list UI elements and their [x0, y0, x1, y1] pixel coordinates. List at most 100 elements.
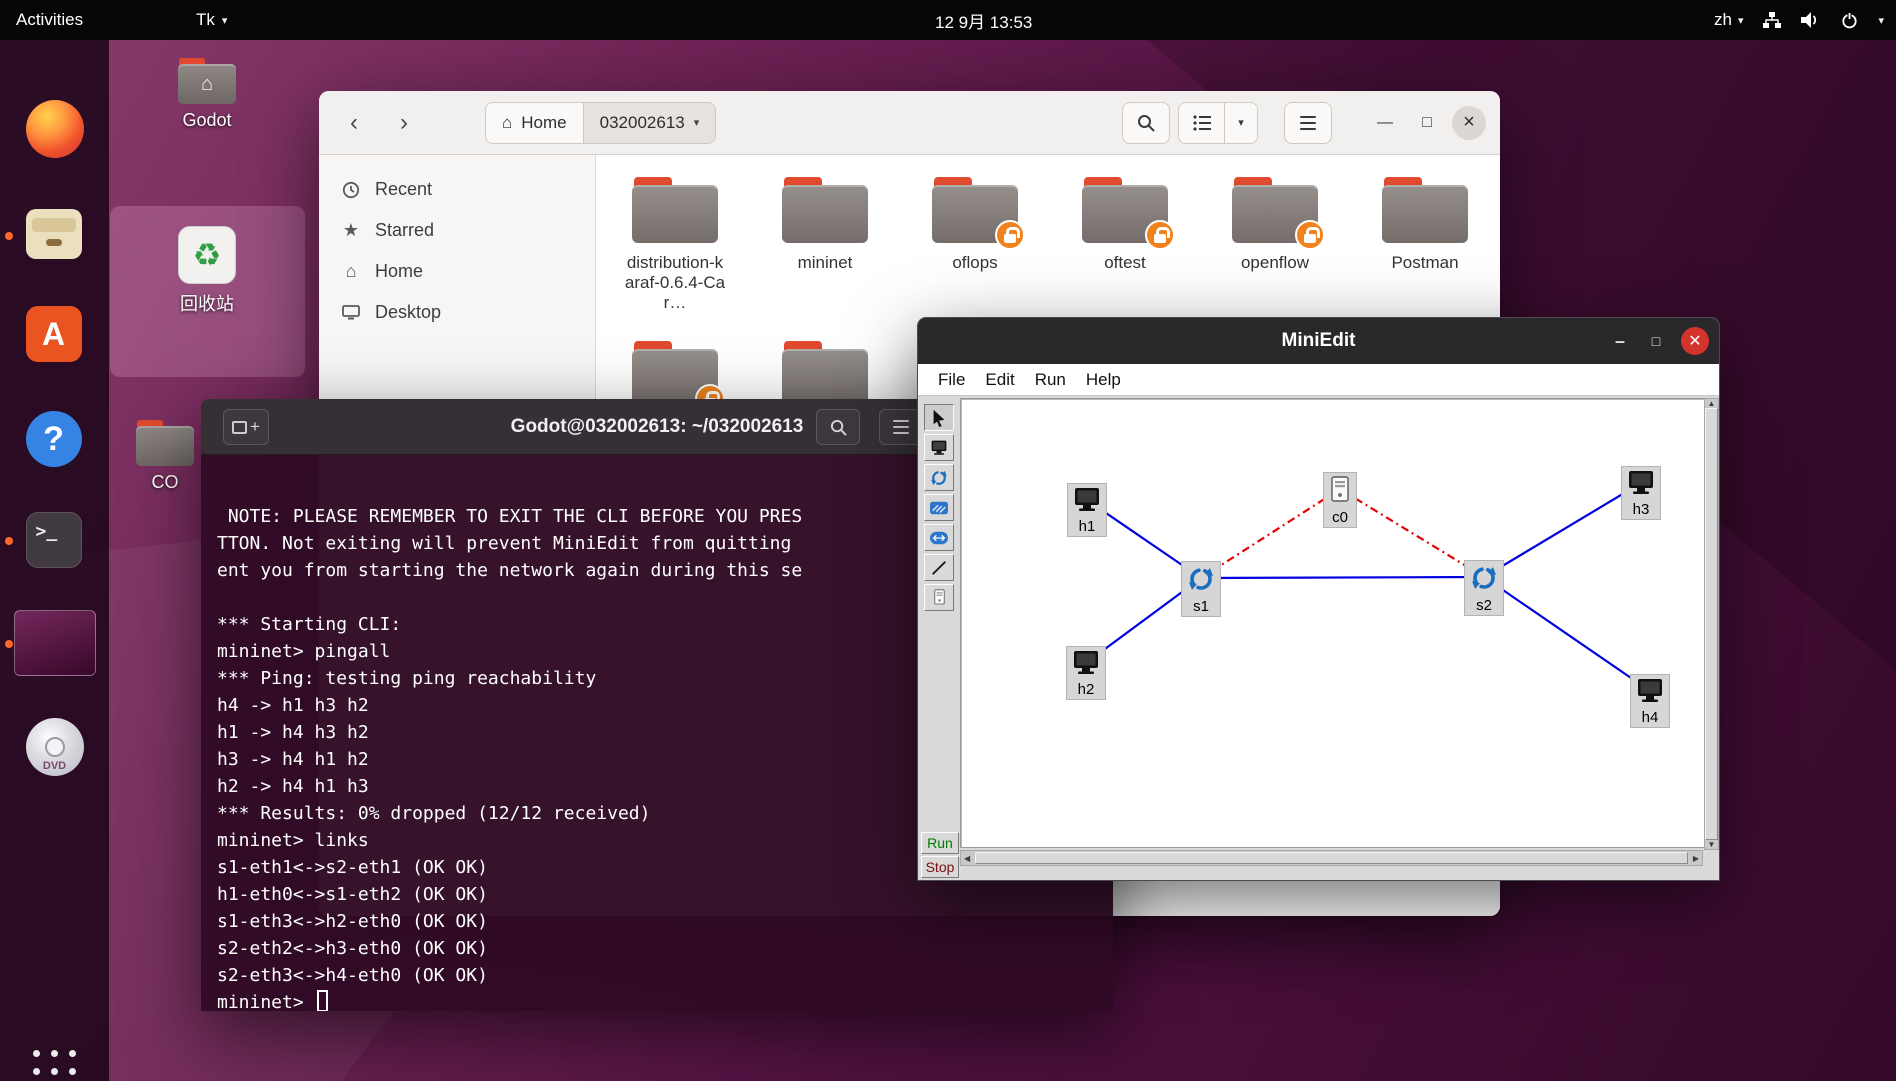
controller-icon — [1331, 476, 1349, 502]
switch-icon — [931, 470, 947, 485]
lock-icon — [995, 220, 1025, 250]
node-h2[interactable]: h2 — [1066, 646, 1106, 701]
folder-icon — [136, 420, 194, 466]
chevron-down-icon: ▾ — [693, 117, 700, 129]
menu-help[interactable]: Help — [1076, 370, 1131, 390]
node-h3[interactable]: h3 — [1621, 466, 1661, 521]
cursor-icon — [933, 409, 945, 427]
miniedit-menubar: File Edit Run Help — [918, 364, 1719, 396]
chevron-down-icon: ▾ — [221, 14, 228, 27]
show-applications-button[interactable] — [26, 1042, 84, 1081]
clock[interactable]: 12 9月 13:53 — [935, 8, 1032, 33]
folder-mininet[interactable]: mininet — [759, 177, 891, 341]
miniedit-toolbar: Run Stop — [918, 396, 960, 880]
dock-firefox[interactable] — [25, 100, 84, 158]
legacy-switch-tool[interactable] — [924, 494, 954, 521]
host-tool[interactable] — [924, 434, 954, 461]
node-s2[interactable]: s2 — [1464, 560, 1504, 617]
forward-button[interactable]: › — [383, 103, 425, 143]
desktop-icon-godot[interactable]: ⌂ Godot — [147, 58, 267, 131]
home-icon: ⌂ — [345, 261, 357, 281]
lock-icon — [1145, 220, 1175, 250]
folder-distribution-karaf[interactable]: distribution-karaf-0.6.4-Car… — [609, 177, 741, 341]
top-bar: Activities Tk ▾ 12 9月 13:53 zh ▾ ▾ — [0, 0, 1896, 40]
path-home-label: Home — [521, 112, 567, 132]
path-current-button[interactable]: 032002613 ▾ — [582, 102, 716, 143]
software-store-icon: A — [25, 306, 82, 362]
search-button[interactable] — [1122, 101, 1170, 144]
folder-icon — [782, 177, 868, 243]
files-headerbar: ‹ › ⌂ Home 032002613 ▾ ▾ — □ × — [319, 91, 1500, 155]
run-button[interactable]: Run — [921, 832, 959, 854]
activities-button[interactable]: Activities — [16, 10, 83, 30]
miniedit-titlebar: MiniEdit – □ ✕ — [918, 318, 1719, 364]
system-indicators[interactable]: zh ▾ ▾ — [1714, 10, 1884, 30]
minimize-button[interactable]: – — [1603, 318, 1637, 364]
folder-icon — [1232, 177, 1325, 250]
list-view-button[interactable] — [1179, 102, 1225, 143]
dock-dvd[interactable]: DVD — [25, 718, 84, 776]
sidebar-item-starred[interactable]: ★ Starred — [319, 210, 595, 251]
dock-terminal[interactable]: >_ — [25, 512, 84, 570]
scrollbar-thumb[interactable] — [1705, 408, 1718, 840]
language-indicator[interactable]: zh ▾ — [1714, 10, 1744, 30]
desktop-icon — [341, 304, 361, 321]
close-button[interactable]: × — [1452, 105, 1486, 140]
netlink-tool[interactable] — [924, 554, 954, 581]
host-icon — [1629, 471, 1653, 494]
maximize-button[interactable]: □ — [1410, 103, 1444, 143]
node-h4[interactable]: h4 — [1630, 674, 1670, 729]
menu-file[interactable]: File — [928, 370, 975, 390]
running-indicator — [5, 640, 13, 648]
dock-software[interactable]: A — [25, 306, 84, 364]
apps-grid-icon — [32, 1048, 78, 1081]
dock-files[interactable] — [25, 205, 84, 263]
sidebar-item-desktop[interactable]: Desktop — [319, 292, 595, 333]
path-home-button[interactable]: ⌂ Home — [486, 102, 583, 143]
legacy-router-tool[interactable] — [924, 524, 954, 551]
scroll-up-icon: ▲ — [1707, 399, 1716, 408]
node-h1[interactable]: h1 — [1067, 483, 1107, 538]
controller-tool[interactable] — [924, 584, 954, 611]
desktop-icon-label: 回收站 — [180, 294, 234, 314]
app-menu-label: Tk — [196, 10, 215, 29]
terminal-prompt: mininet> — [217, 992, 315, 1011]
switch-tool[interactable] — [924, 464, 954, 491]
folder-icon — [1382, 177, 1468, 243]
legacy-switch-icon — [930, 501, 948, 514]
vertical-scrollbar[interactable]: ▲ ▼ — [1704, 398, 1719, 850]
menu-run[interactable]: Run — [1025, 370, 1076, 390]
select-tool[interactable] — [924, 404, 954, 431]
dock: A ? >_ DVD — [0, 40, 109, 1081]
scrollbar-thumb[interactable] — [975, 852, 1688, 864]
dock-help[interactable]: ? — [25, 411, 84, 469]
sidebar-item-recent[interactable]: Recent — [319, 169, 595, 210]
terminal-search-button[interactable] — [816, 409, 860, 445]
miniedit-window: MiniEdit – □ ✕ File Edit Run Help Run St… — [917, 317, 1720, 881]
node-c0[interactable]: c0 — [1323, 472, 1357, 529]
sidebar-item-home[interactable]: ⌂ Home — [319, 251, 595, 292]
app-menu-button[interactable]: Tk ▾ — [196, 10, 227, 30]
lock-icon — [1295, 220, 1325, 250]
folder-name: Postman — [1391, 253, 1459, 272]
folder-name: oflops — [952, 253, 998, 272]
miniedit-canvas[interactable]: h1 h2 s1 c0 s2 h3 h4 — [960, 398, 1705, 848]
volume-icon — [1801, 12, 1821, 28]
sidebar-label: Starred — [375, 220, 435, 240]
menu-edit[interactable]: Edit — [975, 370, 1024, 390]
home-emblem-icon: ⌂ — [178, 64, 236, 104]
link-s1-s2 — [1200, 575, 1485, 580]
view-options-button[interactable]: ▾ — [1225, 102, 1257, 143]
dock-window-preview[interactable] — [13, 610, 96, 676]
desktop-icon-trash[interactable]: ♻ 回收站 — [147, 226, 267, 316]
running-indicator — [5, 537, 13, 545]
minimize-button[interactable]: — — [1368, 103, 1402, 143]
back-button[interactable]: ‹ — [333, 103, 375, 143]
link-c0-s1 — [1200, 488, 1341, 579]
horizontal-scrollbar[interactable]: ◀ ▶ — [960, 850, 1703, 866]
maximize-button[interactable]: □ — [1639, 318, 1673, 364]
menu-button[interactable] — [1284, 101, 1332, 144]
node-s1[interactable]: s1 — [1181, 561, 1221, 618]
close-button[interactable]: ✕ — [1681, 327, 1709, 355]
stop-button[interactable]: Stop — [921, 856, 959, 878]
